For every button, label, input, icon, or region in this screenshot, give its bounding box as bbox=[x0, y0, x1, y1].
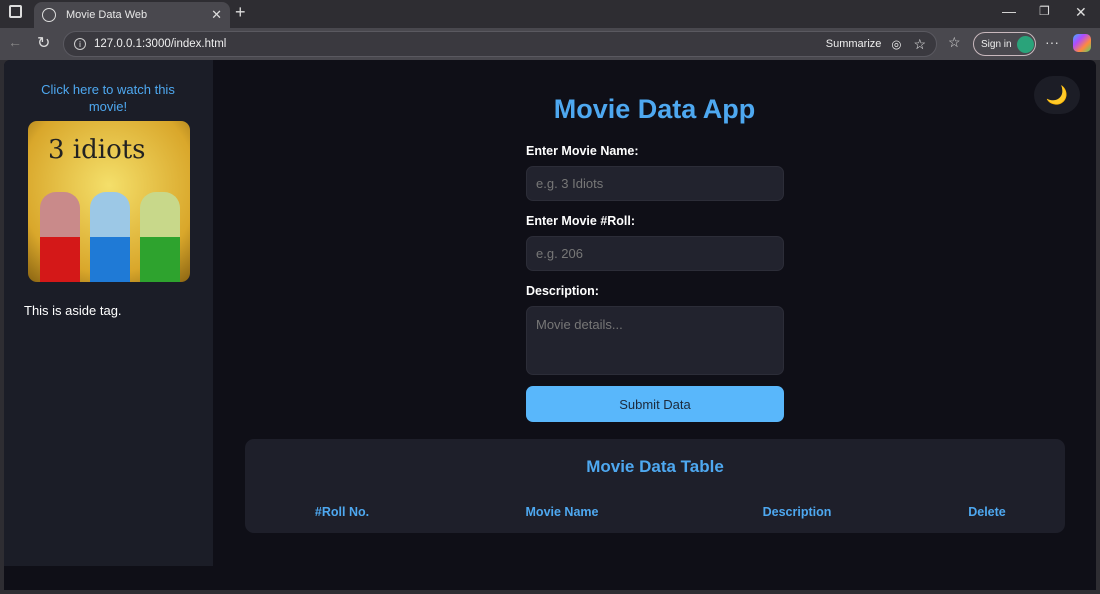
address-bar[interactable]: i 127.0.0.1:3000/index.html Summarize ◎ … bbox=[63, 31, 937, 57]
restore-icon[interactable]: ❐ bbox=[1039, 4, 1050, 18]
poster-figure bbox=[140, 192, 180, 282]
favorites-icon[interactable]: ☆ bbox=[948, 34, 961, 51]
sign-in-label: Sign in bbox=[981, 38, 1012, 50]
description-textarea[interactable]: Movie details... bbox=[526, 306, 784, 375]
movie-name-label: Enter Movie Name: bbox=[526, 144, 639, 158]
tab-bar: Movie Data Web ✕ + — ❐ ✕ bbox=[0, 0, 1100, 28]
sign-in-button[interactable]: Sign in bbox=[973, 32, 1036, 56]
back-icon[interactable]: ← bbox=[8, 34, 22, 50]
movie-name-input[interactable]: e.g. 3 Idiots bbox=[526, 166, 784, 201]
web-page: Click here to watch this movie! 3 idiots… bbox=[4, 60, 1096, 590]
close-window-icon[interactable]: ✕ bbox=[1075, 4, 1087, 21]
aside-text: This is aside tag. bbox=[24, 303, 122, 318]
movie-table-card: Movie Data Table #Roll No. Movie Name De… bbox=[245, 439, 1065, 533]
movie-form: Enter Movie Name: e.g. 3 Idiots Enter Mo… bbox=[526, 144, 784, 422]
minimize-icon[interactable]: — bbox=[1002, 3, 1016, 19]
new-tab-icon[interactable]: + bbox=[235, 2, 246, 23]
refresh-icon[interactable]: ↻ bbox=[37, 33, 50, 53]
column-header-movie-name: Movie Name bbox=[525, 505, 599, 519]
tab-actions-icon[interactable] bbox=[9, 5, 22, 18]
browser-tab[interactable]: Movie Data Web ✕ bbox=[34, 2, 230, 28]
column-header-description: Description bbox=[762, 505, 832, 519]
table-title: Movie Data Table bbox=[586, 457, 724, 476]
url-text[interactable]: 127.0.0.1:3000/index.html bbox=[94, 38, 226, 50]
globe-icon bbox=[42, 8, 56, 22]
copilot-icon[interactable] bbox=[1073, 34, 1091, 52]
more-menu-icon[interactable]: ··· bbox=[1045, 34, 1059, 50]
poster-figure bbox=[40, 192, 80, 282]
sidebar: Click here to watch this movie! 3 idiots… bbox=[4, 60, 213, 566]
copilot-summarize-icon[interactable]: ◎ bbox=[891, 37, 901, 51]
tab-title: Movie Data Web bbox=[66, 9, 148, 21]
close-tab-icon[interactable]: ✕ bbox=[211, 7, 222, 23]
movie-roll-input[interactable]: e.g. 206 bbox=[526, 236, 784, 271]
column-header-roll: #Roll No. bbox=[314, 505, 370, 519]
page-title: Movie Data App bbox=[553, 94, 756, 124]
summarize-button[interactable]: Summarize bbox=[826, 38, 882, 50]
submit-button[interactable]: Submit Data bbox=[526, 386, 784, 422]
browser-toolbar: ← ↻ i 127.0.0.1:3000/index.html Summariz… bbox=[0, 28, 1100, 60]
description-label: Description: bbox=[526, 284, 599, 298]
poster-figure bbox=[90, 192, 130, 282]
favorite-star-icon[interactable]: ☆ bbox=[913, 36, 926, 53]
movie-poster-image[interactable]: 3 idiots bbox=[28, 121, 190, 282]
column-header-delete: Delete bbox=[968, 505, 1006, 519]
movie-roll-label: Enter Movie #Roll: bbox=[526, 214, 636, 228]
avatar bbox=[1016, 35, 1034, 53]
poster-title: 3 idiots bbox=[48, 135, 146, 165]
info-icon[interactable]: i bbox=[74, 38, 86, 50]
